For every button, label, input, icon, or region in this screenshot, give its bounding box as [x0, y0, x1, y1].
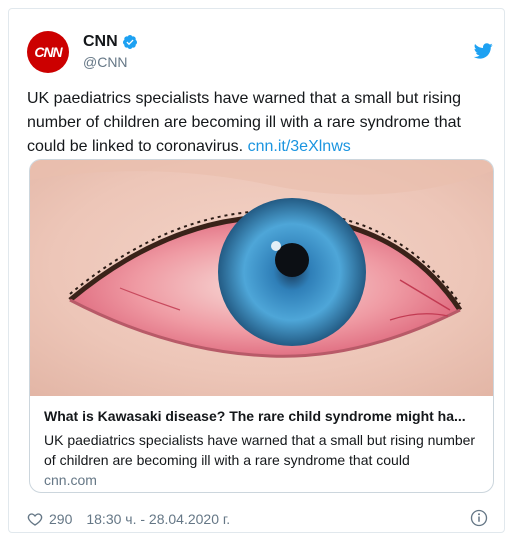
- link-card[interactable]: What is Kawasaki disease? The rare child…: [29, 159, 494, 493]
- link-card-title[interactable]: What is Kawasaki disease? The rare child…: [44, 408, 484, 424]
- account-handle[interactable]: @CNN: [83, 54, 128, 70]
- verified-badge-icon: [122, 35, 137, 49]
- link-card-domain: cnn.com: [44, 472, 97, 488]
- tweet-timestamp[interactable]: 18:30 ч. - 28.04.2020 г.: [86, 511, 230, 527]
- embedded-tweet: CNN CNN @CNN UK paediatrics specialists …: [8, 8, 505, 533]
- account-name-label[interactable]: CNN: [83, 33, 118, 51]
- tweet-text: UK paediatrics specialists have warned t…: [27, 87, 489, 159]
- info-icon[interactable]: [470, 509, 488, 527]
- heart-icon[interactable]: [27, 511, 43, 527]
- tweet-footer: 290 18:30 ч. - 28.04.2020 г.: [27, 511, 230, 527]
- like-count[interactable]: 290: [49, 511, 72, 527]
- twitter-bird-icon[interactable]: [473, 41, 493, 61]
- red-eye-photo[interactable]: [30, 160, 494, 396]
- link-card-description: UK paediatrics specialists have warned t…: [44, 432, 476, 468]
- tweet-body: UK paediatrics specialists have warned t…: [27, 90, 461, 155]
- avatar[interactable]: CNN: [27, 31, 69, 73]
- tweet-link[interactable]: cnn.it/3eXlnws: [248, 138, 351, 155]
- tweet-header: CNN CNN @CNN: [27, 31, 497, 79]
- account-name[interactable]: CNN: [83, 33, 138, 51]
